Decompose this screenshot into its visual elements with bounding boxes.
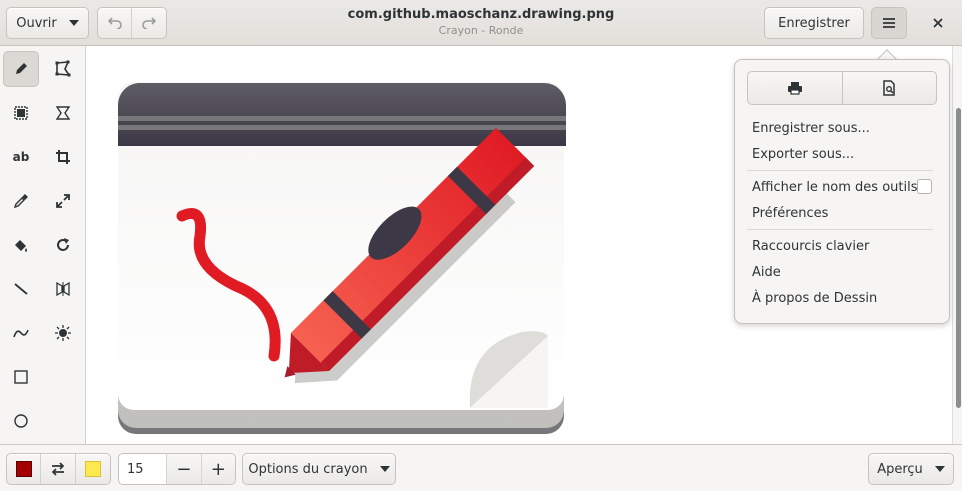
tool-options-label: Options du crayon [248,461,368,477]
menu-item-preferences[interactable]: Préférences [752,206,828,221]
menu-item-about[interactable]: À propos de Dessin [752,291,877,306]
save-button-label: Enregistrer [778,15,850,31]
open-button-label: Ouvrir [16,15,57,31]
tool-filters[interactable] [45,315,81,351]
chevron-down-icon [379,466,390,472]
tool-text[interactable]: ab [3,139,39,175]
bottom-bar: 15 − + Options du crayon Aperçu [0,444,962,491]
paint-bucket-icon [15,240,27,252]
free-select-icon [55,60,71,77]
main-color-button[interactable] [7,454,42,484]
undo-button[interactable] [98,8,133,38]
exchange-colors-button[interactable] [41,454,76,484]
window-title: com.github.maoschanz.drawing.png [347,7,615,22]
tool-pencil[interactable] [3,51,39,87]
size-increase-button[interactable]: + [200,454,235,484]
tools-sidebar: ab [0,46,86,444]
size-decrease-button[interactable]: − [166,454,201,484]
size-input[interactable]: 15 [119,454,166,484]
tool-crop[interactable] [45,139,81,175]
vertical-scrollbar[interactable] [952,46,962,444]
print-button[interactable] [748,72,842,104]
redo-button[interactable] [132,8,166,38]
preview-button[interactable]: Aperçu [868,453,954,485]
app-window: Ouvrir com.github.maoschanz.drawing.png … [0,0,962,491]
menu-item-shortcuts[interactable]: Raccourcis clavier [752,239,869,254]
window-subtitle: Crayon - Ronde [438,24,524,37]
tool-line[interactable] [3,271,39,307]
line-icon [14,283,28,295]
menu-item-help[interactable]: Aide [752,265,781,280]
tool-free-select[interactable] [45,51,81,87]
pencil-icon [16,63,27,74]
menu-item-export-as[interactable]: Exporter sous... [752,147,854,162]
redo-icon [142,17,156,29]
secondary-color-button[interactable] [76,454,110,484]
header-bar: Ouvrir com.github.maoschanz.drawing.png … [0,0,962,46]
menu-item-show-tool-names[interactable]: Afficher le nom des outils [752,180,918,195]
eyedropper-icon [13,194,28,209]
history-buttons [97,7,167,39]
tool-rotate[interactable] [45,227,81,263]
tool-flip[interactable] [45,271,81,307]
save-button[interactable]: Enregistrer [764,7,864,39]
close-icon [933,18,943,28]
main-menu-popover: Enregistrer sous... Exporter sous... Aff… [734,59,950,324]
crop-icon [56,150,70,164]
main-color-swatch [15,461,32,477]
flip-icon [56,281,70,297]
print-preview-buttons [747,71,937,105]
tool-options-button[interactable]: Options du crayon [242,453,396,485]
circle-icon [14,414,28,428]
color-buttons [6,453,111,485]
brightness-icon [55,325,71,341]
size-spinbutton: 15 − + [118,453,236,485]
tool-curve[interactable] [3,315,39,351]
tool-color-picker[interactable] [3,183,39,219]
hamburger-icon [883,18,895,28]
preview-label: Aperçu [877,461,923,477]
menu-item-save-as[interactable]: Enregistrer sous... [752,121,870,136]
main-menu-button[interactable] [871,7,907,39]
expand-icon [56,194,70,208]
rect-select-icon [14,106,28,120]
tool-rectangle[interactable] [3,359,39,395]
printer-icon [787,82,802,95]
print-preview-button[interactable] [841,72,937,104]
scrollbar-thumb[interactable] [956,108,961,408]
text-icon: ab [12,150,30,164]
tool-circle[interactable] [3,403,39,439]
close-button[interactable] [924,10,952,36]
chevron-down-icon [68,20,79,26]
show-tool-names-checkbox[interactable] [917,179,932,194]
tool-scale[interactable] [45,183,81,219]
tool-free-transform[interactable] [45,95,81,131]
open-button[interactable]: Ouvrir [6,7,89,39]
rectangle-icon [14,370,28,384]
undo-icon [107,17,122,29]
menu-separator [747,229,933,230]
skew-icon [55,106,71,120]
swap-arrows-icon [51,462,65,476]
document-preview-icon [883,80,895,96]
window-title-box: com.github.maoschanz.drawing.png Crayon … [300,7,662,37]
rotate-icon [57,238,69,251]
chevron-down-icon [934,466,945,472]
tool-rect-select[interactable] [3,95,39,131]
secondary-color-swatch [84,461,101,477]
curve-icon [13,329,29,338]
tool-paint-bucket[interactable] [3,227,39,263]
menu-separator [747,170,933,171]
